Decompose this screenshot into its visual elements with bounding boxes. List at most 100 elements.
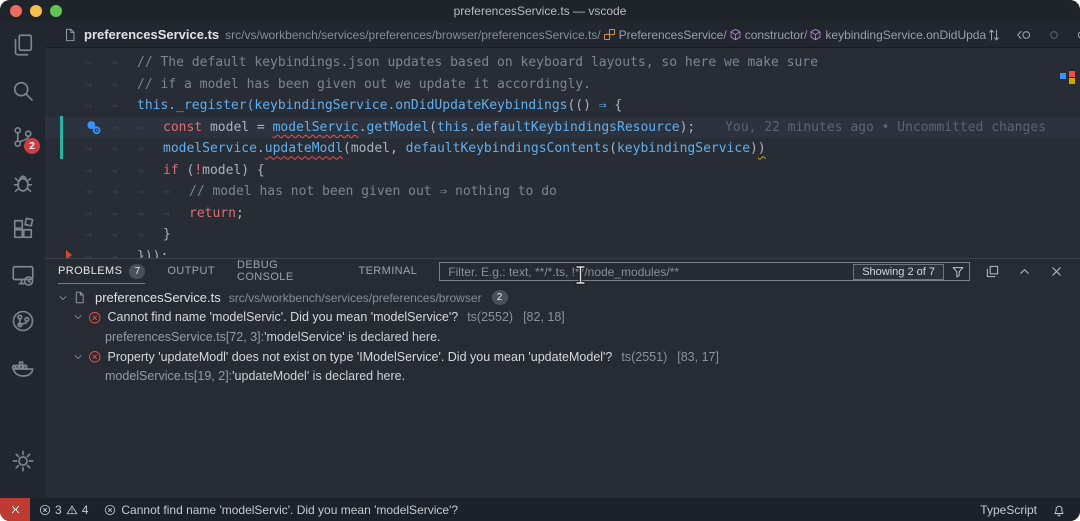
problems-related-row[interactable]: preferencesService.ts[72, 3]: 'modelServ…: [45, 327, 1080, 347]
related-message: 'updateModel' is declared here.: [232, 369, 405, 383]
problems-filter: Showing 2 of 7: [439, 262, 970, 281]
code-token: {: [607, 98, 623, 113]
panel-tab-debug-console[interactable]: DEBUG CONSOLE: [237, 259, 336, 284]
tab-whitespace-arrow: →: [137, 121, 163, 134]
prev-change-icon[interactable]: [1016, 27, 1032, 43]
chevron-down-icon[interactable]: [72, 351, 84, 363]
code-token: ((): [567, 98, 598, 113]
close-icon[interactable]: [1049, 264, 1064, 279]
vscode-window: preferencesService.ts — vscode 2 prefere…: [0, 0, 1080, 521]
activity-bar: 2: [0, 22, 45, 498]
code-token: this._register(keybindingService.onDidUp…: [137, 98, 567, 113]
problems-error-row[interactable]: Cannot find name 'modelServic'. Did you …: [45, 308, 1080, 328]
class-symbol-icon: [603, 28, 616, 41]
language-mode[interactable]: TypeScript: [980, 503, 1037, 517]
panel-tab-label: TERMINAL: [358, 265, 417, 277]
tab-whitespace-arrow: →: [111, 121, 137, 134]
tab-whitespace-arrow: →: [111, 142, 137, 155]
next-change-icon[interactable]: [1076, 27, 1080, 43]
warning-count-icon: [66, 504, 78, 516]
activity-item-extensions[interactable]: [0, 206, 45, 252]
panel-header: PROBLEMS7 OUTPUT DEBUG CONSOLE TERMINAL Sho…: [45, 259, 1080, 284]
chevron-down-icon[interactable]: [57, 292, 69, 304]
status-message[interactable]: Cannot find name 'modelServic'. Did you …: [104, 503, 458, 517]
problems-error-row[interactable]: Property 'updateModl' does not exist on …: [45, 347, 1080, 367]
editor-file-path[interactable]: src/vs/workbench/services/preferences/br…: [225, 28, 600, 42]
activity-item-docker[interactable]: [0, 344, 45, 390]
remote-indicator[interactable]: [0, 498, 30, 521]
activity-badge: 2: [24, 138, 40, 154]
code-token: keybindingService: [617, 141, 750, 156]
code-token: }));: [137, 249, 168, 258]
tab-whitespace-arrow: →: [111, 99, 137, 112]
problem-code: ts(2551): [621, 350, 667, 364]
restore-panel-icon[interactable]: [985, 264, 1000, 279]
tab-whitespace-arrow: →: [85, 56, 111, 69]
panel-tab-terminal[interactable]: TERMINAL: [358, 259, 417, 284]
code-editor[interactable]: →→// The default keybindings.json update…: [45, 48, 1080, 258]
status-bar: 3 4 Cannot find name 'modelServic'. Did …: [0, 498, 1080, 521]
notifications-bell-icon[interactable]: [1052, 503, 1066, 517]
title-bar: preferencesService.ts — vscode: [0, 0, 1080, 22]
error-count: 3: [55, 503, 62, 517]
tab-whitespace-arrow: →: [85, 164, 111, 177]
code-line-8[interactable]: →→→→return;: [45, 203, 1080, 225]
code-token: // model has not been given out ⇒ nothin…: [189, 184, 557, 199]
code-line-7[interactable]: →→→→// model has not been given out ⇒ no…: [45, 181, 1080, 203]
tab-whitespace-arrow: →: [163, 185, 189, 198]
filter-funnel-icon[interactable]: [951, 265, 965, 279]
code-token: // if a model has been given out we upda…: [137, 77, 591, 92]
tab-whitespace-arrow: →: [85, 78, 111, 91]
code-token: ) {: [241, 163, 264, 178]
problems-file-path: src/vs/workbench/services/preferences/br…: [229, 291, 482, 305]
breadcrumb-item-0[interactable]: PreferencesService/: [601, 28, 727, 42]
tab-whitespace-arrow: →: [111, 56, 137, 69]
code-line-3[interactable]: →→this._register(keybindingService.onDid…: [45, 95, 1080, 117]
activity-item-gitlens[interactable]: [0, 298, 45, 344]
debug-icon: [11, 171, 35, 195]
panel-tab-problems[interactable]: PROBLEMS7: [58, 259, 145, 284]
problems-list: preferencesService.tssrc/vs/workbench/se…: [45, 284, 1080, 386]
code-line-9[interactable]: →→→}: [45, 224, 1080, 246]
code-token: const: [163, 120, 210, 135]
code-line-2[interactable]: →→// if a model has been given out we up…: [45, 74, 1080, 96]
breadcrumb-label: keybindingService.onDidUpda: [825, 28, 986, 42]
filter-result-badge: Showing 2 of 7: [853, 264, 944, 280]
problems-filter-input[interactable]: [446, 264, 853, 280]
tab-whitespace-arrow: →: [137, 142, 163, 155]
code-line-5[interactable]: →→→modelService.updateModl(model, defaul…: [45, 138, 1080, 160]
overview-ruler-info-mark: [1060, 73, 1066, 79]
code-token: return: [189, 206, 236, 221]
dot-icon[interactable]: [1046, 27, 1062, 43]
activity-item-search[interactable]: [0, 68, 45, 114]
overview-ruler-warning-mark: [1069, 78, 1075, 84]
code-line-4[interactable]: →→→const model = modelServic.getModel(th…: [45, 117, 1080, 139]
git-blame-annotation: You, 22 minutes ago • Uncommitted change…: [725, 120, 1080, 135]
error-circle-icon: [88, 350, 102, 364]
tab-whitespace-arrow: →: [85, 228, 111, 241]
problem-code: ts(2552): [467, 310, 513, 324]
code-line-6[interactable]: →→→if (!model) {: [45, 160, 1080, 182]
activity-item-manage[interactable]: [0, 438, 45, 484]
problems-file-row[interactable]: preferencesService.tssrc/vs/workbench/se…: [45, 288, 1080, 308]
activity-item-run-debug[interactable]: [0, 160, 45, 206]
code-action-icon[interactable]: [85, 119, 102, 140]
activity-item-remote-explorer[interactable]: [0, 252, 45, 298]
code-line-1[interactable]: →→// The default keybindings.json update…: [45, 52, 1080, 74]
activity-item-source-control[interactable]: 2: [0, 114, 45, 160]
activity-item-explorer[interactable]: [0, 22, 45, 68]
breadcrumb-item-1[interactable]: constructor/: [727, 28, 808, 42]
problems-related-row[interactable]: modelService.ts[19, 2]: 'updateModel' is…: [45, 366, 1080, 386]
code-line-10[interactable]: →→}));: [45, 246, 1080, 259]
tab-whitespace-arrow: →: [111, 228, 137, 241]
overview-ruler-error-mark: [1069, 71, 1075, 77]
error-count-icon: [39, 504, 51, 516]
breadcrumb-item-2[interactable]: keybindingService.onDidUpda: [807, 28, 986, 42]
chevron-up-icon[interactable]: [1017, 264, 1032, 279]
chevron-down-icon[interactable]: [72, 311, 84, 323]
sync-icon[interactable]: [986, 27, 1002, 43]
panel-tab-output[interactable]: OUTPUT: [167, 259, 215, 284]
problems-status[interactable]: 3 4: [39, 503, 88, 517]
editor-file-name: preferencesService.ts: [84, 27, 219, 42]
code-token: (model,: [343, 141, 406, 156]
